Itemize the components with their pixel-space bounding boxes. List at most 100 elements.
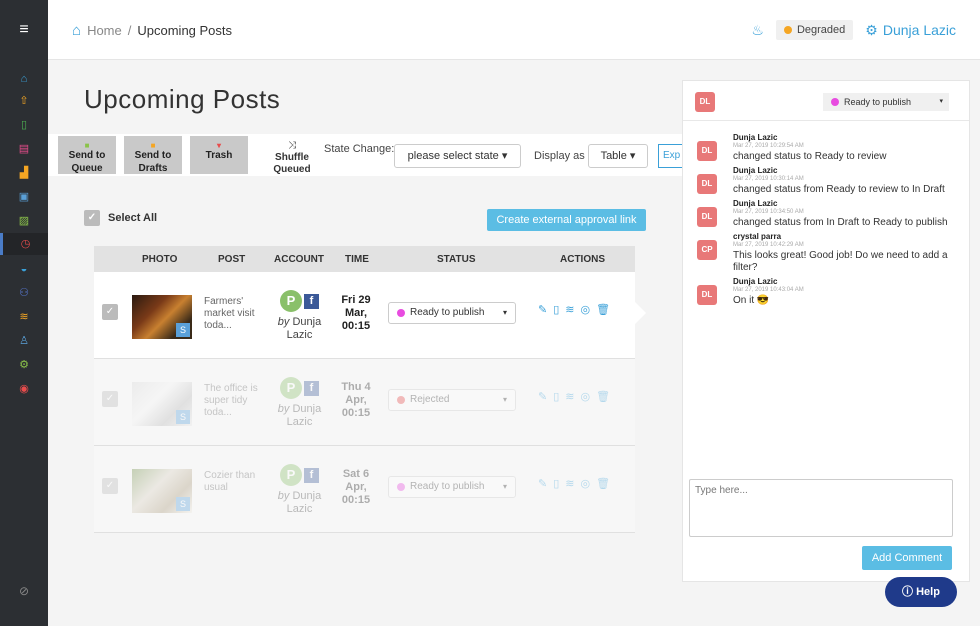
sidebar-upcoming-icon[interactable]: ◷ — [0, 233, 48, 255]
panel-status-dropdown[interactable]: Ready to publish ▾ — [823, 93, 949, 111]
post-text[interactable]: Cozier than usual — [204, 470, 264, 494]
flame-icon[interactable]: ♨ — [751, 22, 764, 39]
account-cell: Pf by Dunja Lazic — [272, 377, 327, 429]
comment-text: This looks great! Good job! Do we need t… — [733, 250, 948, 273]
comment-time: Mar 27, 2019 10:43:04 AM — [733, 287, 804, 293]
posts-table: PHOTO POST ACCOUNT TIME STATUS ACTIONS ✓… — [94, 246, 635, 533]
trash-icon[interactable]: 🗑 — [596, 477, 610, 490]
shuffle-queued-button[interactable]: ⤨ Shuffle Queued — [264, 140, 320, 176]
comment-list: DL Dunja Lazic Mar 27, 2019 10:29:54 AM … — [683, 133, 969, 310]
post-photo[interactable]: S — [132, 295, 192, 339]
status-dropdown[interactable]: Ready to publish ▾ — [388, 476, 516, 498]
avatar: DL — [697, 141, 717, 161]
sidebar-user-icon[interactable]: ♙ — [0, 330, 48, 352]
layers-icon[interactable]: ≋ — [565, 477, 574, 490]
comment-text: changed status to Ready to review — [733, 151, 887, 162]
comment-input[interactable]: Type here... — [689, 479, 953, 537]
table-row[interactable]: ✓ S The office is super tidy toda... Pf … — [94, 359, 635, 446]
trash-button[interactable]: ▾ Trash — [190, 136, 248, 174]
post-photo[interactable]: S — [132, 469, 192, 513]
home-icon[interactable]: ⌂ — [72, 22, 81, 39]
add-comment-button[interactable]: Add Comment — [862, 546, 952, 570]
comment-time: Mar 27, 2019 10:29:54 AM — [733, 143, 804, 149]
document-icon[interactable]: ▯ — [553, 390, 559, 403]
drafts-icon: ■ — [150, 141, 156, 150]
sidebar-disable-icon[interactable]: ⊘ — [0, 584, 48, 604]
comment-icon[interactable]: ◎ — [581, 303, 591, 316]
sidebar-upload-icon[interactable]: ⇧ — [0, 90, 48, 112]
status-dropdown[interactable]: Ready to publish ▾ — [388, 302, 516, 324]
edit-icon[interactable]: ✎ — [538, 390, 547, 403]
facebook-icon: f — [304, 467, 319, 483]
comment-time: Mar 27, 2019 10:34:50 AM — [733, 209, 804, 215]
panel-header: DL Ready to publish ▾ — [683, 81, 969, 121]
chevron-down-icon: ▾ — [502, 395, 507, 404]
sidebar-home-icon[interactable]: ⌂ — [0, 68, 48, 90]
comment: CP crystal parra Mar 27, 2019 10:42:29 A… — [683, 232, 969, 274]
send-to-queue-button[interactable]: ■ Send to Queue — [58, 136, 116, 174]
display-select[interactable]: Table ▾ — [588, 144, 648, 168]
sidebar-help-icon[interactable]: ◉ — [0, 378, 48, 400]
sidebar-calendar-icon[interactable]: ▣ — [0, 186, 48, 208]
gear-icon: ⚙ — [865, 21, 878, 38]
sidebar-analytics-icon[interactable]: ▟ — [0, 162, 48, 184]
header-post: POST — [218, 254, 246, 265]
post-photo[interactable]: S — [132, 382, 192, 426]
chevron-down-icon: ▾ — [502, 482, 507, 491]
sidebar-mobile-icon[interactable]: ▯ — [0, 114, 48, 136]
breadcrumb: ⌂ Home / Upcoming Posts — [72, 22, 232, 39]
comment-text: On it 😎 — [733, 295, 770, 306]
avatar: DL — [695, 92, 715, 112]
comments-panel: DL Ready to publish ▾ DL Dunja Lazic Mar… — [682, 80, 970, 582]
breadcrumb-home[interactable]: Home — [87, 23, 122, 38]
status-dropdown[interactable]: Rejected ▾ — [388, 389, 516, 411]
panel-pointer — [635, 302, 646, 324]
row-checkbox[interactable]: ✓ — [102, 304, 118, 320]
comment-author: Dunja Lazic — [733, 277, 778, 286]
document-icon[interactable]: ▯ — [553, 303, 559, 316]
edit-icon[interactable]: ✎ — [538, 303, 547, 316]
layers-icon[interactable]: ≋ — [565, 390, 574, 403]
comment: DL Dunja Lazic Mar 27, 2019 10:34:50 AM … — [683, 199, 969, 229]
state-select[interactable]: please select state ▾ — [394, 144, 521, 168]
comment: DL Dunja Lazic Mar 27, 2019 10:30:14 AM … — [683, 166, 969, 196]
document-icon[interactable]: ▯ — [553, 477, 559, 490]
page-title: Upcoming Posts — [84, 84, 281, 114]
comment-text: changed status from In Draft to Ready to… — [733, 217, 948, 228]
edit-icon[interactable]: ✎ — [538, 477, 547, 490]
post-text[interactable]: The office is super tidy toda... — [204, 383, 264, 419]
trash-icon[interactable]: 🗑 — [596, 390, 610, 403]
row-checkbox[interactable]: ✓ — [102, 391, 118, 407]
user-menu[interactable]: ⚙ Dunja Lazic — [865, 22, 956, 39]
sidebar-inbox-icon[interactable]: ▤ — [0, 138, 48, 160]
avatar: DL — [697, 174, 717, 194]
table-row[interactable]: ✓ S Cozier than usual Pf by Dunja Lazic … — [94, 446, 635, 533]
top-bar: ⌂ Home / Upcoming Posts ♨ Degraded ⚙ Dun… — [48, 0, 980, 60]
row-checkbox[interactable]: ✓ — [102, 478, 118, 494]
post-time: Fri 29 Mar, 00:15 — [341, 294, 371, 332]
send-to-drafts-button[interactable]: ■ Send to Drafts — [124, 136, 182, 174]
sidebar-drive-icon[interactable]: ◒ — [0, 258, 48, 280]
account-cell: Pf by Dunja Lazic — [272, 290, 327, 342]
service-status-badge: Degraded — [775, 20, 854, 40]
sidebar-settings-icon[interactable]: ⚙ — [0, 354, 48, 376]
table-row[interactable]: ✓ S Farmers' market visit toda... Pf by … — [94, 272, 635, 359]
help-button[interactable]: ⓘ Help — [885, 577, 957, 607]
select-all-checkbox[interactable]: ✓ — [84, 210, 100, 226]
bulk-toolbar: s: ■ Send to Queue ■ Send to Drafts ▾ Tr… — [48, 134, 688, 176]
hamburger-menu-icon[interactable]: ≡ — [0, 0, 48, 60]
sidebar-posts-icon[interactable]: ▨ — [0, 210, 48, 232]
select-all[interactable]: ✓ Select All — [84, 210, 157, 226]
breadcrumb-separator: / — [127, 23, 132, 38]
trash-icon[interactable]: 🗑 — [596, 303, 610, 316]
comment-icon[interactable]: ◎ — [581, 477, 591, 490]
comment-icon[interactable]: ◎ — [581, 390, 591, 403]
shuffle-icon: ⤨ — [288, 140, 296, 151]
post-text[interactable]: Farmers' market visit toda... — [204, 296, 264, 332]
sidebar-team-icon[interactable]: ⚇ — [0, 282, 48, 304]
sidebar-layers-icon[interactable]: ≋ — [0, 306, 48, 328]
comment-author: Dunja Lazic — [733, 133, 778, 142]
comment-text: changed status from Ready to review to I… — [733, 184, 945, 195]
create-approval-link-button[interactable]: Create external approval link — [487, 209, 646, 231]
layers-icon[interactable]: ≋ — [565, 303, 574, 316]
